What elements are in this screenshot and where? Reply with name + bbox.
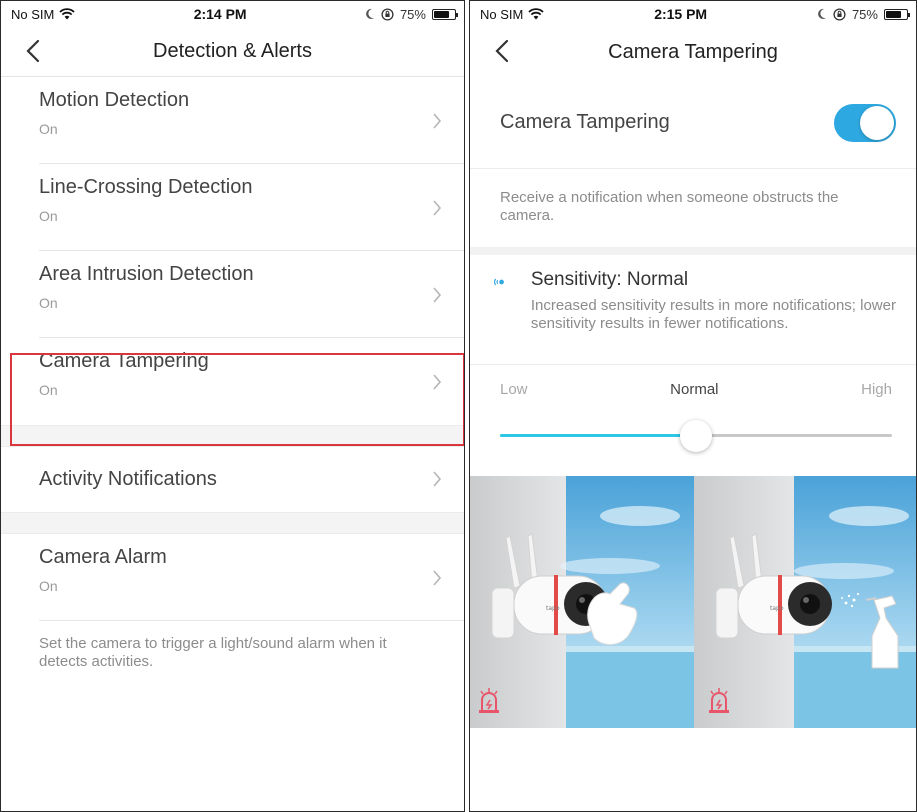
item-title: Camera Alarm xyxy=(39,546,167,568)
slider-active-track xyxy=(500,434,696,437)
camera-sprayed-illustration: tapo xyxy=(694,476,916,728)
nav-bar: Camera Tampering xyxy=(470,27,916,77)
sensitivity-icon xyxy=(494,278,504,286)
orientation-lock-icon xyxy=(381,7,394,21)
switch-knob xyxy=(860,105,894,140)
orientation-lock-icon xyxy=(833,7,846,21)
sensitivity-description: Increased sensitivity results in more no… xyxy=(530,297,896,332)
level-low[interactable]: Low xyxy=(500,381,528,398)
item-title: Line-Crossing Detection xyxy=(39,176,253,198)
camera-brand-label: tapo xyxy=(770,605,784,612)
chevron-right-icon xyxy=(433,200,442,216)
back-arrow-icon[interactable] xyxy=(492,38,516,64)
list-item-motion-detection[interactable]: Motion Detection On xyxy=(39,77,464,164)
carrier-label: No SIM xyxy=(480,6,524,22)
sensitivity-section: Sensitivity: Normal Increased sensitivit… xyxy=(470,255,916,365)
tampering-illustrations: tapo tapo xyxy=(470,476,916,728)
item-title: Activity Notifications xyxy=(39,468,217,490)
detection-alerts-screen: No SIM 2:14 PM 75% Detection & Alerts Mo… xyxy=(0,0,465,812)
page-title: Camera Tampering xyxy=(608,40,778,63)
camera-brand-label: tapo xyxy=(546,605,560,612)
chevron-right-icon xyxy=(433,570,442,586)
camera-tampering-toggle-row: Camera Tampering xyxy=(470,77,916,169)
item-title: Area Intrusion Detection xyxy=(39,263,254,285)
section-divider xyxy=(1,512,464,534)
chevron-right-icon xyxy=(433,113,442,129)
status-time: 2:15 PM xyxy=(654,6,708,22)
sensitivity-slider[interactable] xyxy=(500,420,892,452)
status-bar: No SIM 2:15 PM 75% xyxy=(470,1,916,27)
level-high[interactable]: High xyxy=(861,381,892,398)
camera-blocked-by-hand-illustration: tapo xyxy=(470,476,694,728)
list-item-area-intrusion-detection[interactable]: Area Intrusion Detection On xyxy=(39,251,464,338)
level-normal[interactable]: Normal xyxy=(670,381,718,398)
moon-icon xyxy=(366,8,374,19)
item-title: Motion Detection xyxy=(39,89,190,111)
status-bar: No SIM 2:14 PM 75% xyxy=(1,1,464,27)
item-value: On xyxy=(39,578,58,594)
item-value: On xyxy=(39,208,58,224)
camera-tampering-switch[interactable] xyxy=(834,103,896,142)
item-value: On xyxy=(39,121,58,137)
sensitivity-title: Sensitivity: Normal xyxy=(530,269,689,290)
chevron-right-icon xyxy=(433,471,442,487)
slider-thumb[interactable] xyxy=(680,420,712,452)
item-value: On xyxy=(39,295,58,311)
camera-tampering-screen: No SIM 2:15 PM 75% Camera Tampering Came… xyxy=(469,0,917,812)
section-divider xyxy=(470,247,916,255)
battery-percent: 75% xyxy=(399,6,426,22)
camera-alarm-description: Set the camera to trigger a light/sound … xyxy=(39,635,387,670)
carrier-label: No SIM xyxy=(11,6,55,22)
list-item-activity-notifications[interactable]: Activity Notifications xyxy=(39,447,464,512)
status-time: 2:14 PM xyxy=(193,6,247,22)
wifi-icon xyxy=(528,8,544,20)
list-item-line-crossing-detection[interactable]: Line-Crossing Detection On xyxy=(39,164,464,251)
battery-icon xyxy=(431,8,458,20)
back-arrow-icon[interactable] xyxy=(23,38,47,64)
sensitivity-levels: Low Normal High xyxy=(470,381,916,398)
highlight-box xyxy=(10,353,464,446)
battery-icon xyxy=(883,8,910,20)
moon-icon xyxy=(818,8,826,19)
page-title: Detection & Alerts xyxy=(153,40,312,62)
wifi-icon xyxy=(59,8,75,20)
toggle-label: Camera Tampering xyxy=(500,111,670,133)
nav-bar: Detection & Alerts xyxy=(1,27,464,77)
battery-percent: 75% xyxy=(851,6,878,22)
list-item-camera-alarm[interactable]: Camera Alarm On xyxy=(39,534,464,621)
chevron-right-icon xyxy=(433,287,442,303)
tampering-description: Receive a notification when someone obst… xyxy=(470,169,916,247)
